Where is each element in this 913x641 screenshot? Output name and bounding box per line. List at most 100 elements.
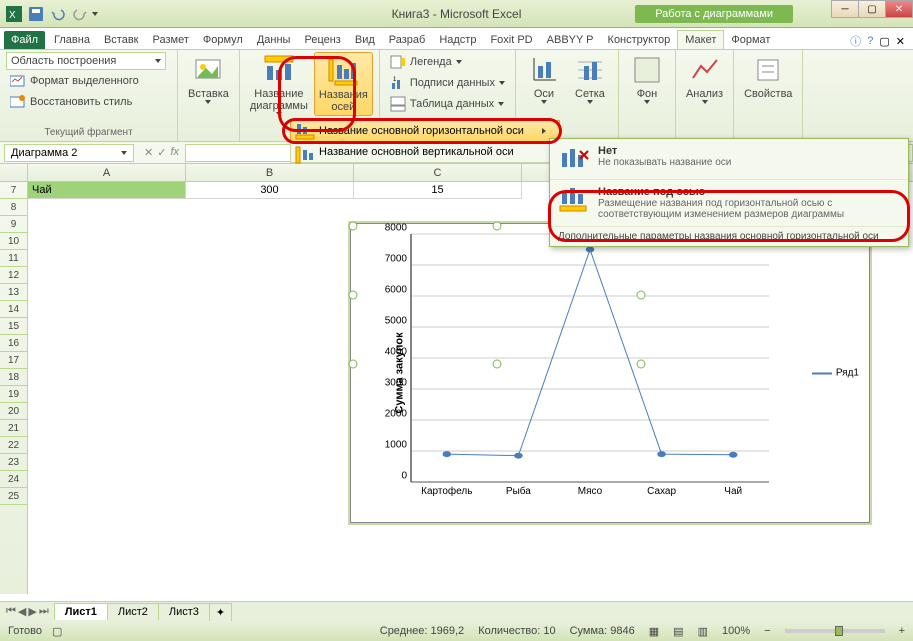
tab-view[interactable]: Вид <box>348 31 382 49</box>
row-header[interactable]: 19 <box>0 386 27 403</box>
gridlines-button[interactable]: Сетка <box>568 52 612 106</box>
tab-foxit[interactable]: Foxit PD <box>483 31 539 49</box>
row-header[interactable]: 10 <box>0 233 27 250</box>
axis-title-none-icon <box>558 145 590 173</box>
row-header[interactable]: 13 <box>0 284 27 301</box>
axis-titles-button[interactable]: Названия осей <box>314 52 373 116</box>
cell-A7[interactable]: Чай <box>28 182 186 199</box>
cell-B7[interactable]: 300 <box>186 182 354 199</box>
sheet-nav-prev-icon[interactable]: ◀ <box>18 605 26 618</box>
row-header[interactable]: 15 <box>0 318 27 335</box>
chart-plot-area[interactable]: 0 1000 2000 3000 4000 5000 6000 7000 800… <box>411 234 769 482</box>
sheet-tab-1[interactable]: Лист1 <box>54 603 108 620</box>
tab-review[interactable]: Реценз <box>297 31 347 49</box>
row-header[interactable]: 23 <box>0 454 27 471</box>
tab-addins[interactable]: Надстр <box>432 31 483 49</box>
row-header[interactable]: 14 <box>0 301 27 318</box>
submenu-none[interactable]: НетНе показывать название оси <box>550 139 908 180</box>
zoom-slider[interactable] <box>785 629 885 633</box>
format-selection-button[interactable]: Формат выделенного <box>6 71 143 91</box>
row-header[interactable]: 20 <box>0 403 27 420</box>
tab-chart-format[interactable]: Формат <box>724 31 777 49</box>
tab-abbyy[interactable]: ABBYY P <box>540 31 601 49</box>
row-header[interactable]: 12 <box>0 267 27 284</box>
row-header[interactable]: 18 <box>0 369 27 386</box>
row-header[interactable]: 17 <box>0 352 27 369</box>
tab-developer[interactable]: Разраб <box>382 31 433 49</box>
tab-home[interactable]: Главна <box>47 31 97 49</box>
row-header[interactable]: 25 <box>0 488 27 505</box>
menu-horizontal-axis-title[interactable]: Название основной горизонтальной оси <box>290 120 560 142</box>
row-header[interactable]: 7 <box>0 182 27 199</box>
submenu-more-options[interactable]: Дополнительные параметры названия основн… <box>550 227 908 246</box>
axes-button[interactable]: Оси <box>522 52 566 106</box>
row-header[interactable]: 24 <box>0 471 27 488</box>
row-header[interactable]: 21 <box>0 420 27 437</box>
new-sheet-button[interactable]: ✦ <box>209 603 232 621</box>
fx-icon[interactable]: fx <box>170 146 179 159</box>
save-icon[interactable] <box>26 4 46 24</box>
plot-bg-button[interactable]: Фон <box>625 52 669 106</box>
chart-title-icon <box>263 54 295 86</box>
row-header[interactable]: 9 <box>0 216 27 233</box>
sheet-tab-2[interactable]: Лист2 <box>107 603 159 620</box>
menu-vertical-axis-title[interactable]: Название основной вертикальной оси <box>290 142 560 163</box>
insert-button[interactable]: Вставка <box>184 52 233 106</box>
zoom-thumb[interactable] <box>835 626 843 636</box>
tab-chart-design[interactable]: Конструктор <box>601 31 678 49</box>
sheet-nav-next-icon[interactable]: ▶ <box>28 605 36 618</box>
row-header[interactable]: 16 <box>0 335 27 352</box>
chart-title-button[interactable]: Название диаграммы <box>246 52 312 118</box>
cell-C7[interactable]: 15 <box>354 182 522 199</box>
zoom-in-button[interactable]: + <box>899 625 905 637</box>
data-table-button[interactable]: Таблица данных <box>386 94 508 114</box>
enter-formula-icon[interactable]: ✓ <box>157 146 166 159</box>
analysis-button[interactable]: Анализ <box>682 52 727 106</box>
qat-dropdown-icon[interactable] <box>92 12 98 16</box>
excel-icon[interactable]: X <box>4 4 24 24</box>
reset-style-button[interactable]: Восстановить стиль <box>6 92 136 112</box>
redo-icon[interactable] <box>70 4 90 24</box>
tab-data[interactable]: Данны <box>250 31 298 49</box>
select-all-corner[interactable] <box>0 164 28 181</box>
col-header-C[interactable]: C <box>354 164 522 181</box>
title-bar: X Книга3 - Microsoft Excel Работа с диаг… <box>0 0 913 28</box>
col-header-B[interactable]: B <box>186 164 354 181</box>
name-box[interactable]: Диаграмма 2 <box>4 144 134 162</box>
sheet-nav-first-icon[interactable]: ⏮ <box>6 605 16 618</box>
row-header[interactable]: 8 <box>0 199 27 216</box>
legend-line-icon <box>812 372 832 374</box>
tab-file[interactable]: Файл <box>4 31 45 49</box>
tab-insert[interactable]: Вставк <box>97 31 146 49</box>
chart-element-selector[interactable]: Область построения <box>6 52 166 70</box>
tab-layout[interactable]: Размет <box>146 31 196 49</box>
view-page-layout-icon[interactable]: ▤ <box>673 625 683 638</box>
view-page-break-icon[interactable]: ▥ <box>698 625 708 638</box>
row-header[interactable]: 22 <box>0 437 27 454</box>
help-icon[interactable]: ? <box>867 35 873 47</box>
tab-chart-layout[interactable]: Макет <box>677 30 724 49</box>
zoom-out-button[interactable]: − <box>764 625 770 637</box>
cancel-formula-icon[interactable]: ✕ <box>144 146 153 159</box>
col-header-A[interactable]: A <box>28 164 186 181</box>
row-header[interactable]: 11 <box>0 250 27 267</box>
submenu-title-below-axis[interactable]: Название под осьюРазмещение названия под… <box>550 180 908 227</box>
legend-button[interactable]: Легенда <box>386 52 466 72</box>
data-labels-button[interactable]: 1Подписи данных <box>386 73 509 93</box>
window-restore-icon[interactable]: ▢ <box>879 35 889 48</box>
minimize-ribbon-icon[interactable]: ⓘ <box>850 33 861 49</box>
view-normal-icon[interactable]: ▦ <box>649 625 659 638</box>
chart-legend[interactable]: Ряд1 <box>812 368 859 379</box>
undo-icon[interactable] <box>48 4 68 24</box>
window-close-icon[interactable]: ✕ <box>896 35 905 48</box>
zoom-level[interactable]: 100% <box>722 625 750 637</box>
minimize-button[interactable]: ─ <box>831 0 859 18</box>
macro-record-icon[interactable]: ▢ <box>52 625 62 638</box>
tab-formulas[interactable]: Формул <box>196 31 250 49</box>
sheet-tab-3[interactable]: Лист3 <box>158 603 210 620</box>
chart-object[interactable]: Сумма закупок 0 1000 2000 3000 4000 5000… <box>350 223 870 523</box>
maximize-button[interactable]: ▢ <box>858 0 886 18</box>
close-button[interactable]: ✕ <box>885 0 913 18</box>
properties-button[interactable]: Свойства <box>740 52 796 102</box>
sheet-nav-last-icon[interactable]: ⏭ <box>39 605 49 618</box>
